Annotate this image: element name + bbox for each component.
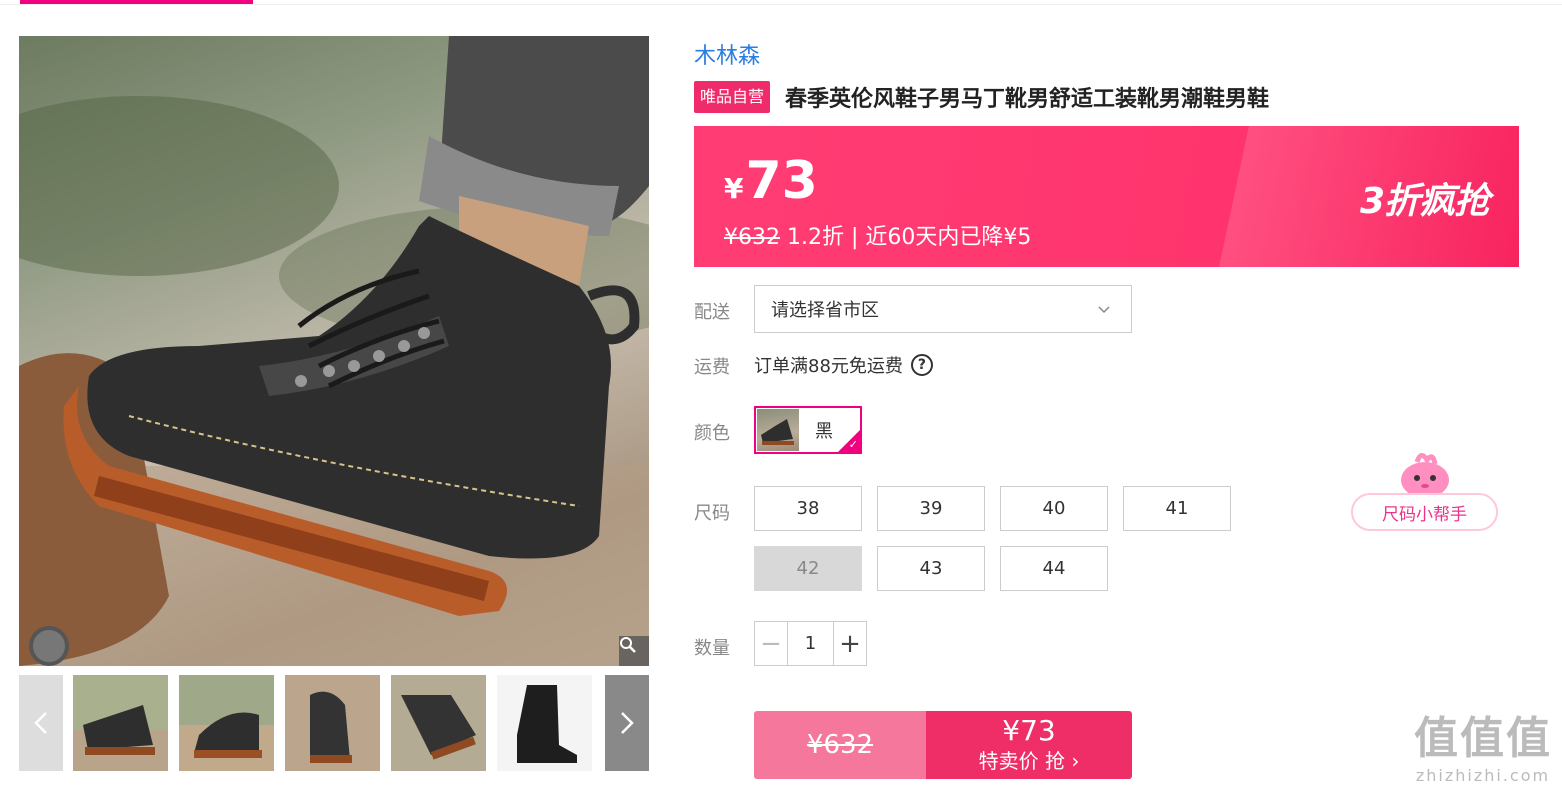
currency-symbol: ¥ [724, 172, 744, 205]
size-option-41[interactable]: 41 [1123, 486, 1231, 531]
site-watermark: 值值值 zhizhizhi.com [1412, 712, 1554, 785]
size-option-43[interactable]: 43 [877, 546, 985, 591]
size-option-44[interactable]: 44 [1000, 546, 1108, 591]
shipping-info: 订单满88元免运费 ? [754, 352, 933, 378]
self-operated-badge: 唯品自营 [694, 81, 771, 113]
watermark-logo: 值值值 [1414, 713, 1552, 764]
quantity-plus-button[interactable]: + [833, 622, 866, 665]
help-icon[interactable]: ? [910, 354, 933, 376]
thumbnail-boot-image [285, 675, 380, 771]
original-price: ¥632 [724, 225, 780, 250]
size-label: 尺码 [694, 503, 730, 524]
quantity-minus-button[interactable]: − [755, 622, 788, 665]
watermark-domain: zhizhizhi.com [1415, 766, 1551, 785]
delivery-placeholder: 请选择省市区 [771, 300, 879, 321]
buy-price: ¥73 [1002, 714, 1056, 747]
thumbnail-boot-image [73, 675, 168, 771]
zoom-icon [620, 637, 636, 653]
size-option-42-disabled: 42 [754, 546, 862, 591]
thumbnail-1[interactable] [73, 675, 168, 771]
check-icon: ✓ [848, 438, 858, 451]
thumbnail-boot-image [497, 675, 592, 771]
product-title-row: 唯品自营 春季英伦风鞋子男马丁靴男舒适工装靴男潮鞋男鞋 [694, 81, 1269, 113]
product-title: 春季英伦风鞋子男马丁靴男舒适工装靴男潮鞋男鞋 [785, 87, 1270, 112]
shipping-text: 订单满88元免运费 [754, 356, 903, 377]
mascot-icon [1401, 453, 1449, 498]
thumbnail-4[interactable] [391, 675, 486, 771]
color-swatch-image [757, 409, 799, 451]
buy-original-price: ¥632 [806, 730, 874, 760]
discount-info: 1.2折 | 近60天内已降¥5 [780, 225, 1032, 250]
color-label: 颜色 [694, 423, 730, 444]
active-tab-indicator [20, 0, 253, 4]
size-helper-button[interactable]: 尺码小帮手 [1351, 450, 1498, 532]
thumbnail-prev-button[interactable] [19, 675, 63, 771]
size-option-40[interactable]: 40 [1000, 486, 1108, 531]
boot-thumb-icon [761, 419, 794, 445]
size-helper-label: 尺码小帮手 [1351, 493, 1498, 531]
price-banner: ¥ 73 ¥632 1.2折 | 近60天内已降¥5 3折疯抢 [694, 126, 1519, 267]
buy-now-button[interactable]: ¥73 特卖价 抢 › [926, 711, 1132, 779]
boot-illustration [19, 36, 649, 666]
thumbnail-5[interactable] [497, 675, 592, 771]
price-subline: ¥632 1.2折 | 近60天内已降¥5 [724, 219, 1031, 251]
thumbnail-boot-image [391, 675, 486, 771]
chevron-right-icon [621, 712, 634, 734]
chevron-down-icon [1098, 306, 1110, 314]
current-price: ¥ 73 [724, 151, 818, 211]
original-price-button[interactable]: ¥632 [754, 711, 926, 779]
delivery-label: 配送 [694, 302, 730, 323]
thumbnail-boot-image [179, 675, 274, 771]
zoom-button[interactable] [619, 636, 649, 666]
thumbnail-next-button[interactable] [605, 675, 649, 771]
current-price-value: 73 [745, 151, 818, 211]
shipping-label: 运费 [694, 357, 730, 378]
main-product-image [19, 36, 649, 666]
quantity-label: 数量 [694, 638, 730, 659]
delivery-region-select[interactable]: 请选择省市区 [754, 285, 1132, 333]
color-option-black[interactable]: 黑 ✓ [754, 406, 862, 454]
thumbnail-strip [19, 675, 649, 771]
thumbnail-3[interactable] [285, 675, 380, 771]
quantity-stepper: − 1 + [754, 621, 867, 666]
promo-label: 3折疯抢 [1359, 181, 1490, 222]
top-nav-bar [0, 0, 1562, 5]
color-name: 黑 [815, 421, 833, 442]
size-option-39[interactable]: 39 [877, 486, 985, 531]
brand-link[interactable]: 木林森 [694, 38, 760, 70]
quantity-value[interactable]: 1 [788, 622, 833, 665]
buy-action-label: 特卖价 抢 › [978, 749, 1080, 773]
chevron-left-icon [34, 712, 47, 734]
size-option-38[interactable]: 38 [754, 486, 862, 531]
thumbnail-2[interactable] [179, 675, 274, 771]
